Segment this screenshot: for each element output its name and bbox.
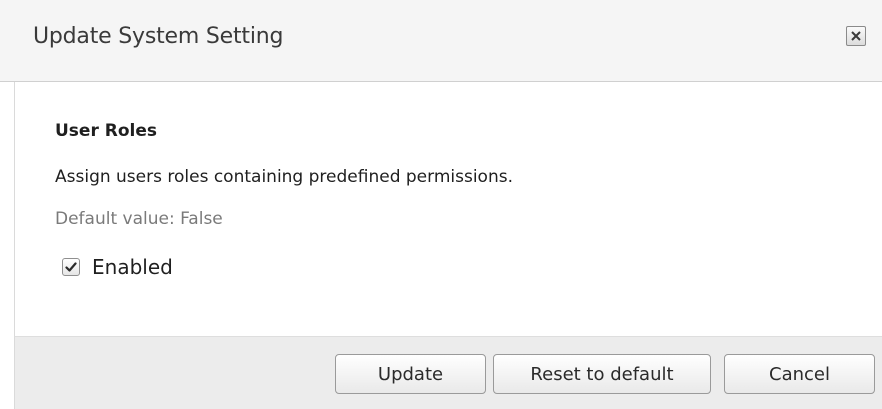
close-button[interactable] xyxy=(846,26,866,46)
enabled-checkbox[interactable] xyxy=(62,258,80,276)
dialog-titlebar: Update System Setting xyxy=(0,0,882,82)
close-icon xyxy=(851,31,861,41)
enabled-checkbox-row[interactable]: Enabled xyxy=(62,255,173,279)
checkmark-icon xyxy=(65,262,77,272)
enabled-checkbox-label[interactable]: Enabled xyxy=(92,255,173,279)
update-button[interactable]: Update xyxy=(335,354,486,394)
setting-name: User Roles xyxy=(55,121,157,141)
default-value-text: Default value: False xyxy=(55,209,223,229)
update-setting-dialog: Update System Setting User Roles Assign … xyxy=(0,0,882,409)
reset-to-default-button[interactable]: Reset to default xyxy=(493,354,711,394)
cancel-button[interactable]: Cancel xyxy=(724,354,875,394)
dialog-title: Update System Setting xyxy=(33,24,284,49)
setting-description: Assign users roles containing predefined… xyxy=(55,167,513,187)
